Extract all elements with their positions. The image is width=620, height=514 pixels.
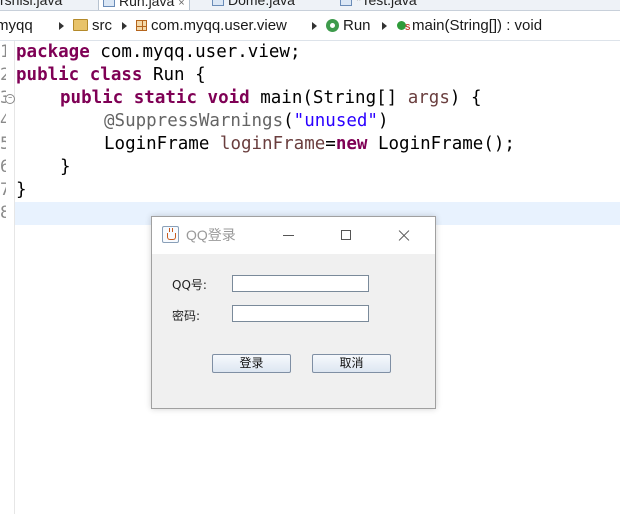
minimize-button[interactable]: [265, 217, 311, 254]
line-number: 1: [0, 42, 6, 62]
tab-label: *Test.java: [356, 0, 417, 8]
code-line-5: LoginFrame loginFrame=new LoginFrame();: [104, 134, 515, 154]
password-input[interactable]: [232, 305, 369, 322]
line-number: 4: [0, 111, 6, 131]
code-line-1: package com.myqq.user.view;: [16, 42, 301, 62]
dialog-titlebar[interactable]: QQ登录: [152, 217, 435, 254]
folder-icon: [73, 19, 88, 31]
breadcrumb-package[interactable]: com.myqq.user.view: [136, 11, 287, 40]
tab-run-java[interactable]: Run.java ×: [98, 0, 190, 10]
breadcrumb-folder[interactable]: src: [73, 11, 112, 40]
line-number: 8: [0, 203, 6, 223]
code-line-6: }: [60, 157, 71, 177]
qq-number-label: QQ号:: [172, 278, 207, 292]
maximize-icon: [341, 230, 351, 240]
qq-login-dialog: QQ登录 QQ号: 密码: 登录 取消: [151, 216, 436, 409]
line-number: 2: [0, 65, 6, 85]
line-number: 7: [0, 180, 6, 200]
tab-test-java[interactable]: *Test.java: [340, 0, 417, 9]
java-file-icon: [103, 0, 115, 7]
editor-tab-bar: rshisi.java Run.java × Dome.java *Test.ja…: [0, 0, 620, 11]
maximize-button[interactable]: [323, 217, 369, 254]
chevron-right-icon[interactable]: [59, 22, 64, 30]
code-line-7: }: [16, 180, 27, 200]
chevron-right-icon[interactable]: [312, 22, 317, 30]
password-label: 密码:: [172, 309, 201, 323]
cancel-button[interactable]: 取消: [312, 354, 391, 373]
java-cup-icon: [162, 226, 179, 243]
line-number: 5: [0, 134, 6, 154]
tab-rshisi-java[interactable]: rshisi.java: [0, 0, 62, 9]
breadcrumb: myqq src com.myqq.user.view Run main(Str…: [0, 11, 620, 42]
java-file-icon: [340, 0, 352, 6]
breadcrumb-method[interactable]: main(String[]) : void: [397, 11, 542, 42]
eclipse-window: rshisi.java Run.java × Dome.java *Test.ja…: [0, 0, 620, 514]
close-button[interactable]: [381, 217, 427, 254]
qq-number-input[interactable]: [232, 275, 369, 292]
breadcrumb-project[interactable]: myqq: [0, 11, 33, 40]
minimize-icon: [283, 235, 294, 236]
code-line-3: public static void main(String[] args) {: [60, 88, 482, 108]
static-method-icon: [397, 13, 410, 42]
line-number: 6: [0, 157, 6, 177]
chevron-right-icon[interactable]: [122, 22, 127, 30]
java-file-icon: [212, 0, 224, 6]
login-button[interactable]: 登录: [212, 354, 291, 373]
close-icon: [381, 217, 427, 254]
line-number-gutter: 1 2 3 − 4 5 6 7 8: [0, 41, 15, 514]
fold-collapse-icon[interactable]: −: [5, 94, 15, 104]
package-icon: [136, 20, 147, 31]
tab-label: Run.java: [119, 0, 175, 9]
tab-label: rshisi.java: [0, 0, 63, 8]
class-icon: [326, 19, 339, 32]
chevron-right-icon[interactable]: [382, 22, 387, 30]
code-line-4: @SuppressWarnings("unused"): [104, 111, 389, 131]
breadcrumb-class[interactable]: Run: [326, 11, 371, 40]
code-line-2: public class Run {: [16, 65, 206, 85]
close-icon[interactable]: ×: [178, 0, 184, 9]
tab-label: Dome.java: [228, 0, 295, 8]
dialog-title: QQ登录: [186, 227, 236, 243]
tab-dome-java[interactable]: Dome.java: [212, 0, 295, 9]
